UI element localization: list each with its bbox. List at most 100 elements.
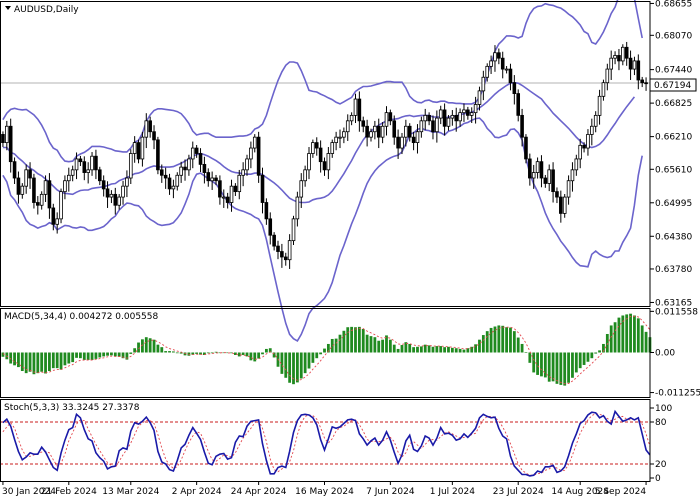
candle-body bbox=[43, 180, 48, 195]
macd-bar bbox=[388, 339, 392, 353]
candle-body bbox=[640, 79, 644, 84]
candle-body bbox=[415, 131, 420, 144]
candle-body bbox=[345, 120, 350, 133]
candle-body bbox=[105, 188, 110, 198]
time-tick-label: 7 Jun 2024 bbox=[366, 487, 415, 497]
price-tick-label: 0.65610 bbox=[655, 165, 692, 175]
candle bbox=[628, 50, 633, 80]
macd-bar bbox=[28, 352, 32, 372]
candle-body bbox=[32, 177, 36, 203]
macd-bar bbox=[63, 352, 67, 366]
macd-bar bbox=[625, 314, 629, 353]
macd-bar bbox=[82, 352, 86, 360]
candle bbox=[70, 165, 75, 182]
candle bbox=[78, 155, 83, 167]
macd-bar bbox=[478, 339, 481, 353]
price-tick-label: 0.68070 bbox=[655, 31, 692, 41]
candle-body bbox=[543, 177, 548, 184]
macd-bar bbox=[48, 352, 51, 372]
candle bbox=[183, 159, 187, 181]
macd-bar bbox=[102, 352, 106, 357]
candle-body bbox=[66, 174, 71, 182]
candle-body bbox=[78, 158, 83, 163]
macd-bar bbox=[288, 352, 292, 383]
candle bbox=[121, 180, 125, 205]
stoch-label: Stoch(5,3,3) 33.3245 27.3378 bbox=[4, 403, 140, 413]
candle bbox=[419, 116, 424, 138]
macd-bar bbox=[567, 352, 570, 383]
candle bbox=[322, 157, 327, 176]
time-tick-label: 13 Mar 2024 bbox=[102, 487, 159, 497]
macd-bar bbox=[571, 352, 574, 378]
candle-body bbox=[210, 177, 214, 182]
macd-bar bbox=[156, 344, 160, 353]
candle-body bbox=[551, 169, 555, 193]
candle bbox=[458, 108, 462, 127]
macd-bar bbox=[509, 327, 512, 353]
candle-body bbox=[318, 147, 323, 163]
macd-bar bbox=[493, 326, 497, 353]
macd-bar bbox=[462, 349, 466, 353]
candle-body bbox=[388, 112, 393, 122]
candle-body bbox=[531, 172, 536, 179]
macd-bar bbox=[13, 352, 16, 366]
candle-body bbox=[117, 196, 121, 206]
candle-body bbox=[156, 139, 160, 171]
candle-body bbox=[16, 177, 21, 195]
macd-bar bbox=[206, 352, 210, 354]
candle-body bbox=[357, 98, 362, 122]
candle bbox=[136, 139, 141, 164]
macd-bar bbox=[447, 346, 450, 353]
candle bbox=[330, 139, 335, 158]
macd-bar bbox=[485, 331, 489, 353]
candle bbox=[287, 234, 292, 269]
candle-body bbox=[411, 136, 416, 144]
candle bbox=[175, 172, 180, 191]
candle-body bbox=[369, 131, 373, 138]
candle-body bbox=[272, 234, 276, 247]
stoch-main-line bbox=[2, 409, 651, 477]
macd-bar bbox=[253, 352, 257, 362]
candle-body bbox=[442, 109, 447, 127]
candle bbox=[632, 56, 637, 76]
macd-bar bbox=[586, 352, 590, 362]
candle-body bbox=[644, 82, 648, 85]
candle bbox=[94, 149, 98, 180]
macd-tick-label: -0.011255 bbox=[655, 389, 700, 399]
candle-body bbox=[601, 82, 606, 97]
candle bbox=[218, 175, 222, 205]
candle bbox=[555, 187, 559, 204]
candle bbox=[613, 51, 617, 65]
dropdown-triangle-icon[interactable] bbox=[5, 6, 11, 10]
candle-body bbox=[256, 136, 261, 176]
candle-body bbox=[613, 55, 617, 59]
macd-bar bbox=[311, 352, 315, 363]
macd-bar bbox=[152, 339, 156, 353]
candle-body bbox=[628, 57, 633, 70]
candle-body bbox=[384, 112, 389, 127]
candle-body bbox=[497, 52, 501, 59]
price-tick-label: 0.67440 bbox=[655, 66, 692, 76]
candle bbox=[508, 63, 513, 91]
macd-bar bbox=[284, 352, 288, 378]
candle-body bbox=[520, 114, 524, 138]
candle bbox=[338, 129, 342, 149]
candle-body bbox=[63, 180, 67, 193]
macd-bar bbox=[292, 352, 295, 385]
candle bbox=[156, 136, 160, 175]
candle bbox=[593, 111, 598, 133]
macd-bar bbox=[75, 352, 78, 358]
candle bbox=[225, 192, 230, 209]
candle bbox=[210, 171, 214, 190]
stoch-tick-label: 0 bbox=[655, 474, 661, 484]
macd-bar bbox=[540, 352, 543, 377]
candle bbox=[535, 157, 540, 179]
candle-body bbox=[276, 245, 280, 252]
candle-body bbox=[473, 104, 478, 114]
candle-body bbox=[109, 193, 114, 198]
macd-bar bbox=[563, 352, 567, 386]
candle-body bbox=[171, 185, 176, 190]
candle-body bbox=[82, 161, 87, 173]
candle-body bbox=[477, 90, 482, 105]
candle bbox=[20, 183, 25, 199]
